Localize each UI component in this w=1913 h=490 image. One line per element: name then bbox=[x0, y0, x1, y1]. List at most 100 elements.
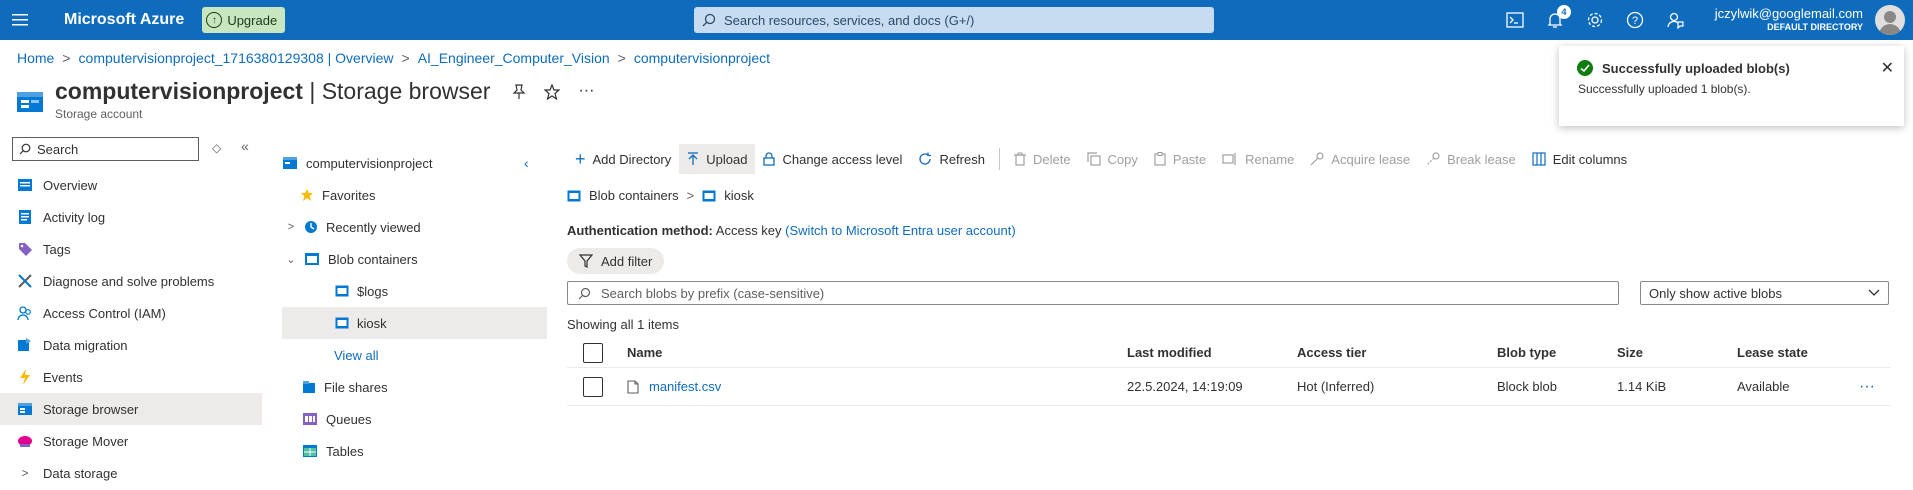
data-migration-icon bbox=[16, 336, 34, 354]
rename-button[interactable]: Rename bbox=[1214, 144, 1302, 174]
paste-button[interactable]: Paste bbox=[1146, 144, 1214, 174]
col-last-modified[interactable]: Last modified bbox=[1127, 345, 1212, 360]
settings-gear-icon[interactable] bbox=[1575, 0, 1615, 40]
account-directory: DEFAULT DIRECTORY bbox=[1767, 22, 1863, 32]
chevron-right-icon[interactable]: > bbox=[282, 221, 300, 233]
add-filter-button[interactable]: Add filter bbox=[567, 248, 665, 274]
more-options-icon[interactable]: ··· bbox=[578, 83, 594, 105]
sidebar-item-storage-mover[interactable]: Storage Mover bbox=[0, 425, 262, 457]
tree-item-queues[interactable]: Queues bbox=[282, 403, 547, 435]
page-header: computervisionproject | Storage browser … bbox=[15, 78, 594, 121]
copy-icon bbox=[1086, 152, 1101, 166]
acquire-lease-button[interactable]: Acquire lease bbox=[1302, 144, 1418, 174]
tree-item-label: Tables bbox=[326, 443, 364, 459]
sidebar-search-input[interactable]: Search bbox=[12, 137, 199, 161]
toast-title: Successfully uploaded blob(s) bbox=[1602, 60, 1790, 76]
sidebar-item-label: Overview bbox=[43, 177, 98, 193]
crumb-kiosk[interactable]: kiosk bbox=[724, 188, 754, 203]
sidebar-item-data-migration[interactable]: Data migration bbox=[0, 329, 262, 361]
table-header: Name Last modified Access tier Blob type… bbox=[567, 338, 1891, 368]
blob-view-select[interactable]: Only show active blobs bbox=[1640, 281, 1889, 305]
upgrade-button[interactable]: ↑ Upgrade bbox=[202, 7, 286, 33]
collapse-sidebar-icon[interactable]: « bbox=[241, 138, 249, 154]
pin-icon[interactable] bbox=[512, 84, 526, 105]
upload-button[interactable]: Upload bbox=[679, 144, 756, 174]
tree-item-favorites[interactable]: Favorites bbox=[282, 179, 547, 211]
blob-access-tier: Hot (Inferred) bbox=[1297, 379, 1375, 394]
table-row[interactable]: manifest.csv 22.5.2024, 14:19:09 Hot (In… bbox=[567, 368, 1891, 406]
tree-view-all-link[interactable]: View all bbox=[282, 339, 547, 371]
global-search-placeholder: Search resources, services, and docs (G+… bbox=[724, 12, 975, 28]
tree-root[interactable]: computervisionproject ‹ bbox=[282, 147, 547, 179]
page-title: computervisionproject | Storage browser bbox=[55, 78, 491, 104]
account-info[interactable]: jczylwik@googlemail.com DEFAULT DIRECTOR… bbox=[1715, 6, 1863, 32]
sidebar-item-access-control[interactable]: Access Control (IAM) bbox=[0, 297, 262, 329]
blob-search-input[interactable]: Search blobs by prefix (case-sensitive) bbox=[567, 281, 1619, 305]
breadcrumb-overview[interactable]: computervisionproject_1716380129308 | Ov… bbox=[79, 50, 394, 66]
tree-root-label: computervisionproject bbox=[306, 155, 433, 171]
search-icon bbox=[702, 13, 716, 27]
global-search-input[interactable]: Search resources, services, and docs (G+… bbox=[694, 7, 1214, 33]
sidebar-item-events[interactable]: Events bbox=[0, 361, 262, 393]
add-directory-button[interactable]: + Add Directory bbox=[567, 144, 679, 174]
breadcrumb-home[interactable]: Home bbox=[17, 50, 54, 66]
select-all-checkbox[interactable] bbox=[583, 342, 603, 363]
svg-text:?: ? bbox=[1632, 15, 1638, 27]
break-lease-button[interactable]: Break lease bbox=[1418, 144, 1524, 174]
col-blob-type[interactable]: Blob type bbox=[1497, 345, 1556, 360]
col-name[interactable]: Name bbox=[627, 345, 662, 360]
row-checkbox[interactable] bbox=[583, 376, 603, 397]
sidebar-item-activity-log[interactable]: Activity log bbox=[0, 201, 262, 233]
search-icon bbox=[578, 287, 591, 299]
edit-columns-button[interactable]: Edit columns bbox=[1524, 144, 1635, 174]
breadcrumb: Home > computervisionproject_17163801293… bbox=[17, 50, 770, 66]
cloud-shell-icon[interactable] bbox=[1495, 0, 1535, 40]
toolbar-divider bbox=[998, 148, 1000, 170]
switch-auth-link[interactable]: (Switch to Microsoft Entra user account) bbox=[785, 223, 1015, 238]
tree-item-kiosk[interactable]: kiosk bbox=[282, 307, 547, 339]
col-size[interactable]: Size bbox=[1617, 345, 1643, 360]
notifications-bell-icon[interactable]: 4 bbox=[1535, 0, 1575, 40]
crumb-blob-containers[interactable]: Blob containers bbox=[589, 188, 679, 203]
tree-item-recently-viewed[interactable]: > Recently viewed bbox=[282, 211, 547, 243]
col-access-tier[interactable]: Access tier bbox=[1297, 345, 1366, 360]
sidebar-item-data-storage[interactable]: > Data storage bbox=[0, 457, 262, 489]
feedback-icon[interactable] bbox=[1655, 0, 1695, 40]
command-bar: + Add Directory Upload Change access lev… bbox=[567, 144, 1635, 174]
avatar[interactable] bbox=[1875, 5, 1905, 35]
tree-item-label: Queues bbox=[326, 411, 372, 427]
close-icon[interactable]: ✕ bbox=[1881, 58, 1894, 78]
sidebar-item-storage-browser[interactable]: Storage browser bbox=[0, 393, 262, 425]
blob-search-placeholder: Search blobs by prefix (case-sensitive) bbox=[601, 285, 825, 301]
account-email: jczylwik@googlemail.com bbox=[1714, 6, 1863, 21]
delete-button[interactable]: Delete bbox=[1006, 144, 1079, 174]
sidebar-item-tags[interactable]: Tags bbox=[0, 233, 262, 265]
tree-item-blob-containers[interactable]: ⌄ Blob containers bbox=[282, 243, 547, 275]
change-access-level-button[interactable]: Change access level bbox=[755, 144, 910, 174]
help-icon[interactable]: ? bbox=[1615, 0, 1655, 40]
sidebar-item-diagnose[interactable]: Diagnose and solve problems bbox=[0, 265, 262, 297]
lightning-icon bbox=[16, 368, 34, 386]
chevron-down-icon bbox=[1868, 289, 1880, 296]
chevron-down-icon[interactable]: ⌄ bbox=[282, 253, 300, 266]
breadcrumb-resource-group[interactable]: AI_Engineer_Computer_Vision bbox=[418, 50, 610, 66]
menu-icon[interactable] bbox=[0, 0, 40, 40]
refresh-button[interactable]: Refresh bbox=[910, 144, 993, 174]
row-more-icon[interactable]: ··· bbox=[1859, 378, 1875, 396]
tree-item-file-shares[interactable]: File shares bbox=[282, 371, 547, 403]
breadcrumb-storage-account[interactable]: computervisionproject bbox=[634, 50, 770, 66]
col-lease-state[interactable]: Lease state bbox=[1737, 345, 1808, 360]
blob-name-link[interactable]: manifest.csv bbox=[649, 379, 721, 394]
upload-success-toast: Successfully uploaded blob(s) Successful… bbox=[1559, 46, 1904, 126]
sidebar-item-label: Diagnose and solve problems bbox=[43, 273, 215, 289]
tree-item-label: $logs bbox=[357, 283, 389, 299]
azure-brand[interactable]: Microsoft Azure bbox=[64, 11, 184, 29]
collapse-tree-icon[interactable]: ‹ bbox=[524, 155, 529, 171]
sidebar-item-overview[interactable]: Overview bbox=[0, 169, 262, 201]
expand-collapse-icon[interactable]: ◇ bbox=[212, 141, 221, 155]
favorite-star-icon[interactable] bbox=[543, 83, 562, 105]
tree-item-tables[interactable]: Tables bbox=[282, 435, 547, 467]
tree-item-logs[interactable]: $logs bbox=[282, 275, 547, 307]
people-icon bbox=[16, 304, 34, 322]
copy-button[interactable]: Copy bbox=[1079, 144, 1146, 174]
